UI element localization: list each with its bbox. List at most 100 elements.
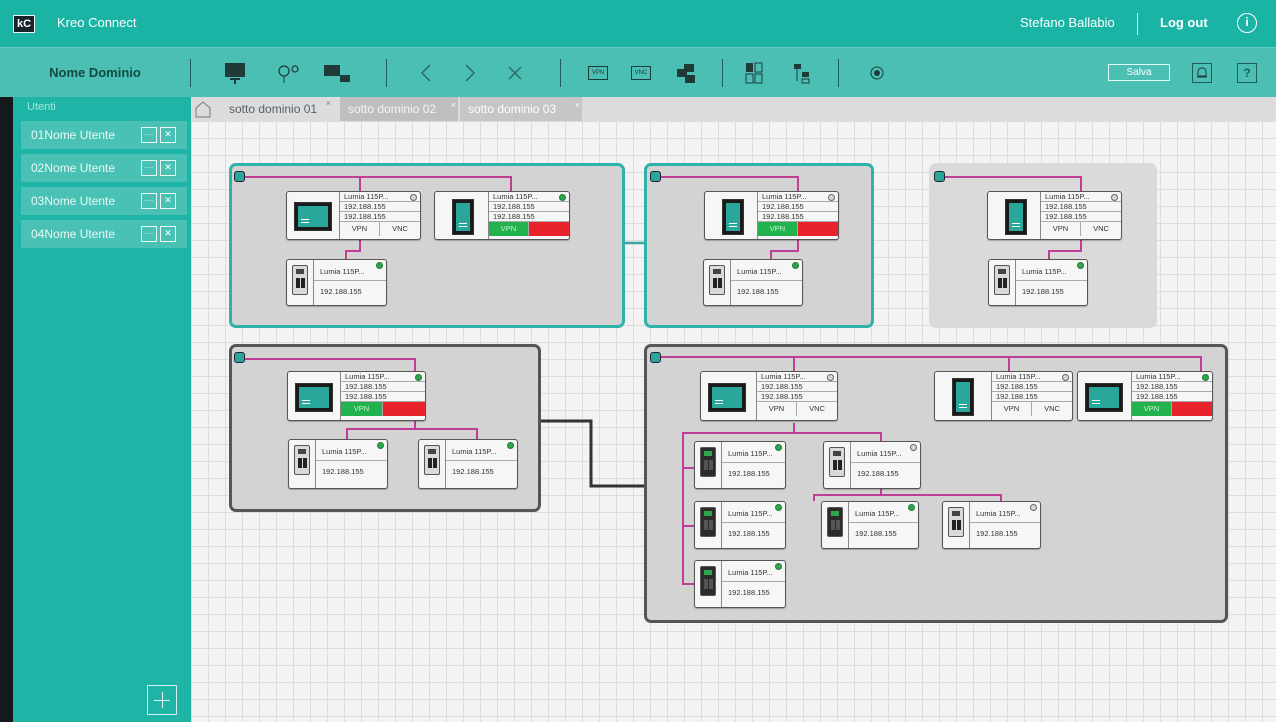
help-icon[interactable]: ? bbox=[1237, 63, 1257, 83]
tree-icon[interactable] bbox=[787, 58, 817, 88]
vnc-icon[interactable]: VNC bbox=[626, 58, 656, 88]
remove-icon[interactable]: ✕ bbox=[160, 160, 176, 176]
app-title: Kreo Connect bbox=[57, 15, 137, 30]
forward-icon[interactable] bbox=[455, 58, 485, 88]
device-card[interactable]: Lumia 115P... 192.188.155 bbox=[694, 441, 786, 489]
vpn-button[interactable]: VPN bbox=[341, 402, 383, 416]
tab-close-icon[interactable]: × bbox=[451, 93, 456, 117]
device-card[interactable]: Lumia 115P... 192.188.155 bbox=[694, 501, 786, 549]
vpn-button[interactable]: VPN bbox=[757, 402, 797, 416]
more-icon[interactable]: ··· bbox=[141, 127, 157, 143]
user-row[interactable]: 02Nome Utente ··· ✕ bbox=[21, 154, 187, 182]
close-icon[interactable] bbox=[500, 58, 530, 88]
device-ip: 192.188.155 bbox=[992, 382, 1072, 392]
device-card[interactable]: Lumia 115P... 192.188.155 192.188.155 VPN VN… bbox=[286, 191, 421, 240]
save-button[interactable]: Salva bbox=[1108, 64, 1170, 81]
vnc-button[interactable]: VNC bbox=[797, 402, 837, 416]
vnc-button[interactable]: VNC bbox=[529, 222, 569, 236]
status-indicator bbox=[377, 442, 384, 449]
grid-icon[interactable] bbox=[739, 58, 769, 88]
database-icon[interactable] bbox=[650, 171, 661, 182]
device-card[interactable]: Lumia 115P... 192.188.155 192.188.155 VPN VN… bbox=[987, 191, 1122, 240]
tab-close-icon[interactable]: × bbox=[575, 93, 580, 117]
vpn-icon[interactable]: VPN bbox=[583, 58, 613, 88]
device-card[interactable]: Lumia 115P... 192.188.155 bbox=[988, 259, 1088, 306]
users-header: Utenti bbox=[27, 101, 56, 113]
user-row[interactable]: 03Nome Utente ··· ✕ bbox=[21, 187, 187, 215]
device-name: Lumia 115P... bbox=[757, 372, 837, 382]
logout-button[interactable]: Log out bbox=[1160, 15, 1208, 30]
device-link-icon[interactable] bbox=[322, 58, 352, 88]
vpn-icon-label: VPN bbox=[588, 66, 608, 80]
status-indicator bbox=[1077, 262, 1084, 269]
back-icon[interactable] bbox=[411, 58, 441, 88]
device-card[interactable]: Lumia 115P... 192.188.155 bbox=[823, 441, 921, 489]
device-card[interactable]: Lumia 115P... 192.188.155 bbox=[703, 259, 803, 306]
device-ip: 192.188.155 bbox=[757, 382, 837, 392]
device-card[interactable]: Lumia 115P... 192.188.155 192.188.155 VPN VN… bbox=[287, 371, 426, 421]
device-ip: 192.188.155 bbox=[728, 529, 770, 538]
database-icon[interactable] bbox=[234, 171, 245, 182]
domain-name[interactable]: Nome Dominio bbox=[0, 48, 190, 98]
remove-icon[interactable]: ✕ bbox=[160, 226, 176, 242]
vnc-button[interactable]: VNC bbox=[1081, 222, 1121, 236]
device-card[interactable]: Lumia 115P... 192.188.155 bbox=[942, 501, 1041, 549]
network-icon[interactable] bbox=[274, 58, 304, 88]
record-icon[interactable] bbox=[862, 58, 892, 88]
user-name: Stefano Ballabio bbox=[1020, 15, 1115, 30]
device-card[interactable]: Lumia 115P... 192.188.155 192.188.155 VPN VN… bbox=[700, 371, 838, 421]
device-card[interactable]: Lumia 115P... 192.188.155 bbox=[694, 560, 786, 608]
tablet-icon bbox=[1005, 199, 1027, 235]
vpn-button[interactable]: VPN bbox=[992, 402, 1032, 416]
vpn-button[interactable]: VPN bbox=[758, 222, 798, 236]
device-card[interactable]: Lumia 115P... 192.188.155 bbox=[418, 439, 518, 489]
device-name: Lumia 115P... bbox=[737, 267, 782, 276]
device-card[interactable]: Lumia 115P... 192.188.155 bbox=[288, 439, 388, 489]
remove-icon[interactable]: ✕ bbox=[160, 193, 176, 209]
vnc-button[interactable]: VNC bbox=[1172, 402, 1212, 416]
more-icon[interactable]: ··· bbox=[141, 226, 157, 242]
bell-icon[interactable] bbox=[1192, 63, 1212, 83]
device-ip: 192.188.155 bbox=[341, 382, 425, 392]
vpn-button[interactable]: VPN bbox=[340, 222, 380, 236]
tab-sotto-dominio-03[interactable]: sotto dominio 03 × bbox=[460, 97, 582, 121]
database-icon[interactable] bbox=[650, 352, 661, 363]
vpn-button[interactable]: VPN bbox=[1132, 402, 1172, 416]
vnc-button[interactable]: VNC bbox=[380, 222, 420, 236]
network-canvas[interactable]: Lumia 115P... 192.188.155 192.188.155 VPN VN… bbox=[191, 121, 1276, 722]
user-row[interactable]: 01Nome Utente ··· ✕ bbox=[21, 121, 187, 149]
info-icon[interactable]: i bbox=[1237, 13, 1257, 33]
home-icon[interactable] bbox=[193, 99, 213, 119]
status-indicator bbox=[775, 563, 782, 570]
user-row[interactable]: 04Nome Utente ··· ✕ bbox=[21, 220, 187, 248]
device-card[interactable]: Lumia 115P... 192.188.155 192.188.155 VPN VN… bbox=[434, 191, 570, 240]
database-icon[interactable] bbox=[234, 352, 245, 363]
vpn-button[interactable]: VPN bbox=[1041, 222, 1081, 236]
device-card[interactable]: Lumia 115P... 192.188.155 192.188.155 VPN VN… bbox=[934, 371, 1073, 421]
vnc-button[interactable]: VNC bbox=[383, 402, 425, 416]
tab-sotto-dominio-01[interactable]: sotto dominio 01 × bbox=[221, 97, 331, 121]
device-card[interactable]: Lumia 115P... 192.188.155 192.188.155 VPN VN… bbox=[1077, 371, 1213, 421]
device-card[interactable]: Lumia 115P... 192.188.155 192.188.155 VPN VN… bbox=[704, 191, 839, 240]
add-user-button[interactable] bbox=[147, 685, 177, 715]
copy-icon[interactable] bbox=[671, 58, 701, 88]
vnc-button[interactable]: VNC bbox=[798, 222, 838, 236]
device-card[interactable]: Lumia 115P... 192.188.155 bbox=[286, 259, 387, 306]
device-name: Lumia 115P... bbox=[857, 449, 902, 458]
monitor-icon[interactable] bbox=[220, 58, 250, 88]
device-ip: 192.188.155 bbox=[322, 467, 364, 476]
more-icon[interactable]: ··· bbox=[141, 193, 157, 209]
vnc-button[interactable]: VNC bbox=[1032, 402, 1072, 416]
status-indicator bbox=[827, 374, 834, 381]
more-icon[interactable]: ··· bbox=[141, 160, 157, 176]
remove-icon[interactable]: ✕ bbox=[160, 127, 176, 143]
status-indicator bbox=[1030, 504, 1037, 511]
toolbar-divider bbox=[386, 59, 387, 87]
device-card[interactable]: Lumia 115P... 192.188.155 bbox=[821, 501, 919, 549]
device-name: Lumia 115P... bbox=[976, 509, 1021, 518]
tab-sotto-dominio-02[interactable]: sotto dominio 02 × bbox=[340, 97, 458, 121]
status-indicator bbox=[1111, 194, 1118, 201]
database-icon[interactable] bbox=[934, 171, 945, 182]
tab-close-icon[interactable]: × bbox=[326, 91, 331, 115]
vpn-button[interactable]: VPN bbox=[489, 222, 529, 236]
